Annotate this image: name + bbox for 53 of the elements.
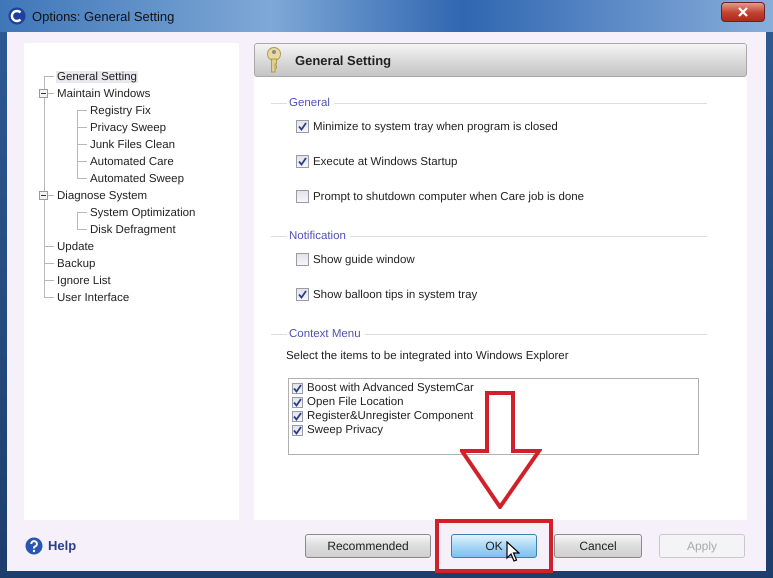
tree-item[interactable]: Automated Sweep — [89, 172, 185, 184]
tree-item[interactable]: General Setting — [56, 70, 138, 82]
checkbox[interactable] — [296, 120, 309, 133]
tree-connector-line — [77, 136, 87, 153]
checkbox[interactable] — [292, 382, 303, 394]
checkbox[interactable] — [296, 253, 309, 266]
tree-item[interactable]: Registry Fix — [89, 104, 152, 116]
checkbox[interactable] — [296, 190, 309, 203]
option-label: Show guide window — [313, 254, 415, 266]
tree-item[interactable]: Ignore List — [56, 274, 112, 286]
list-item[interactable]: Open File Location — [307, 396, 404, 408]
close-icon — [737, 7, 749, 17]
help-link[interactable]: Help — [25, 536, 76, 554]
tree-connector-line — [44, 255, 54, 272]
cursor-icon — [506, 541, 520, 562]
close-button[interactable] — [721, 2, 765, 22]
tree-item[interactable]: Junk Files Clean — [89, 138, 176, 150]
tree-item[interactable]: Privacy Sweep — [89, 122, 168, 134]
description-text: Select the items to be integrated into Windows Explorer — [286, 350, 570, 362]
panel-title: General Setting — [295, 52, 392, 68]
tree-item[interactable]: Maintain Windows — [56, 88, 152, 100]
tree-item[interactable]: Backup — [56, 258, 96, 270]
key-icon — [265, 47, 283, 73]
help-icon — [25, 536, 43, 554]
option-label: Minimize to system tray when program is closed — [313, 120, 558, 132]
tree-item[interactable]: Update — [56, 240, 96, 252]
collapse-icon[interactable] — [39, 191, 48, 200]
dialog-button[interactable]: Recommended — [305, 534, 431, 558]
list-item[interactable]: Register&Unregister Component — [307, 410, 474, 422]
checkbox[interactable] — [292, 396, 303, 408]
tree-item[interactable]: User Interface — [56, 292, 130, 304]
checkbox[interactable] — [296, 155, 309, 168]
section-title: Notification — [288, 230, 346, 242]
app-logo-icon — [8, 7, 26, 25]
tree-item[interactable]: Automated Care — [89, 156, 175, 168]
checkbox[interactable] — [296, 288, 309, 301]
section-title: Context Menu — [288, 328, 361, 340]
section-title: General — [288, 97, 330, 109]
option-label: Execute at Windows Startup — [313, 156, 458, 168]
option-label: Prompt to shutdown computer when Care job is done — [313, 190, 584, 202]
list-item[interactable]: Boost with Advanced SystemCar — [307, 382, 474, 394]
dialog-button[interactable]: Cancel — [554, 534, 642, 558]
window-title: Options: General Setting — [32, 8, 174, 24]
tree-item[interactable]: Diagnose System — [56, 190, 148, 202]
checkbox[interactable] — [292, 424, 303, 436]
checkbox[interactable] — [292, 410, 303, 422]
tree-connector-line — [77, 212, 87, 221]
option-label: Show balloon tips in system tray — [313, 288, 478, 300]
list-item[interactable]: Sweep Privacy — [307, 424, 384, 436]
tree-item[interactable]: System Optimization — [89, 206, 196, 218]
tree-item[interactable]: Disk Defragment — [89, 224, 177, 236]
collapse-icon[interactable] — [39, 89, 48, 98]
tree-connector-line — [77, 221, 87, 230]
